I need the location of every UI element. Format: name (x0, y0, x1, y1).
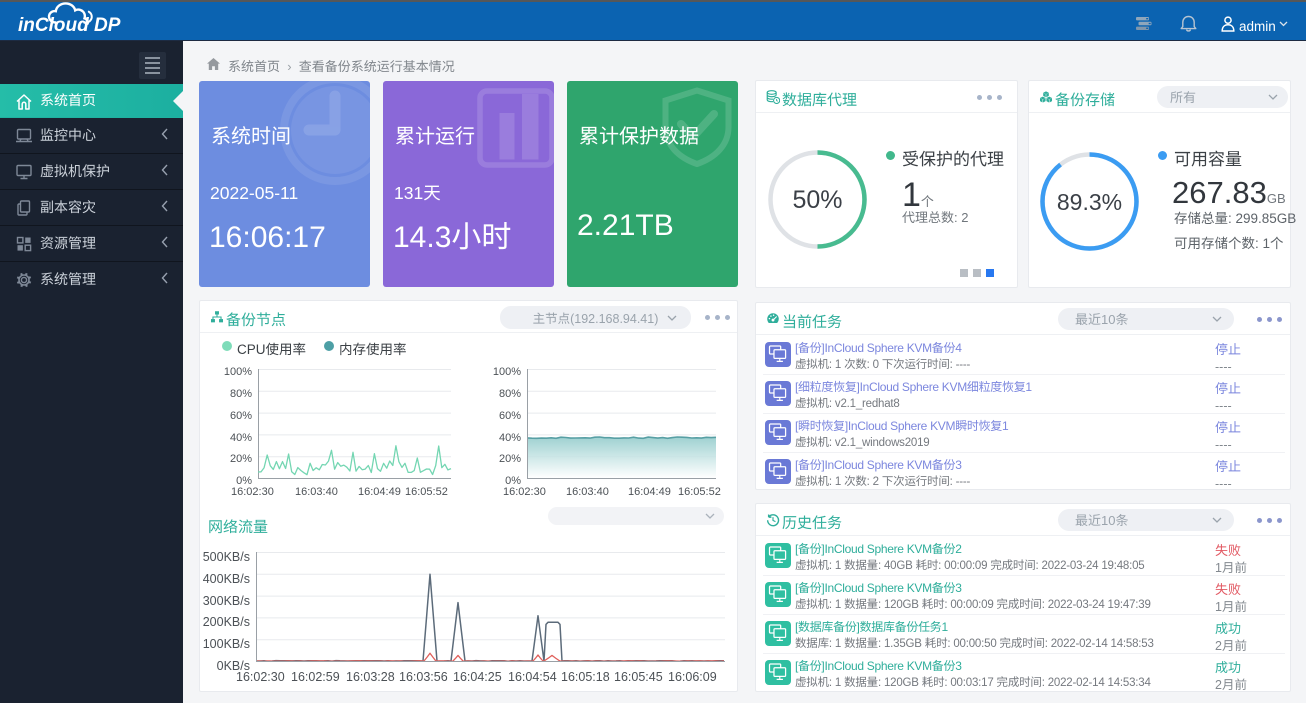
svg-text:50%: 50% (792, 186, 842, 214)
svg-text:89.3%: 89.3% (1057, 189, 1122, 215)
